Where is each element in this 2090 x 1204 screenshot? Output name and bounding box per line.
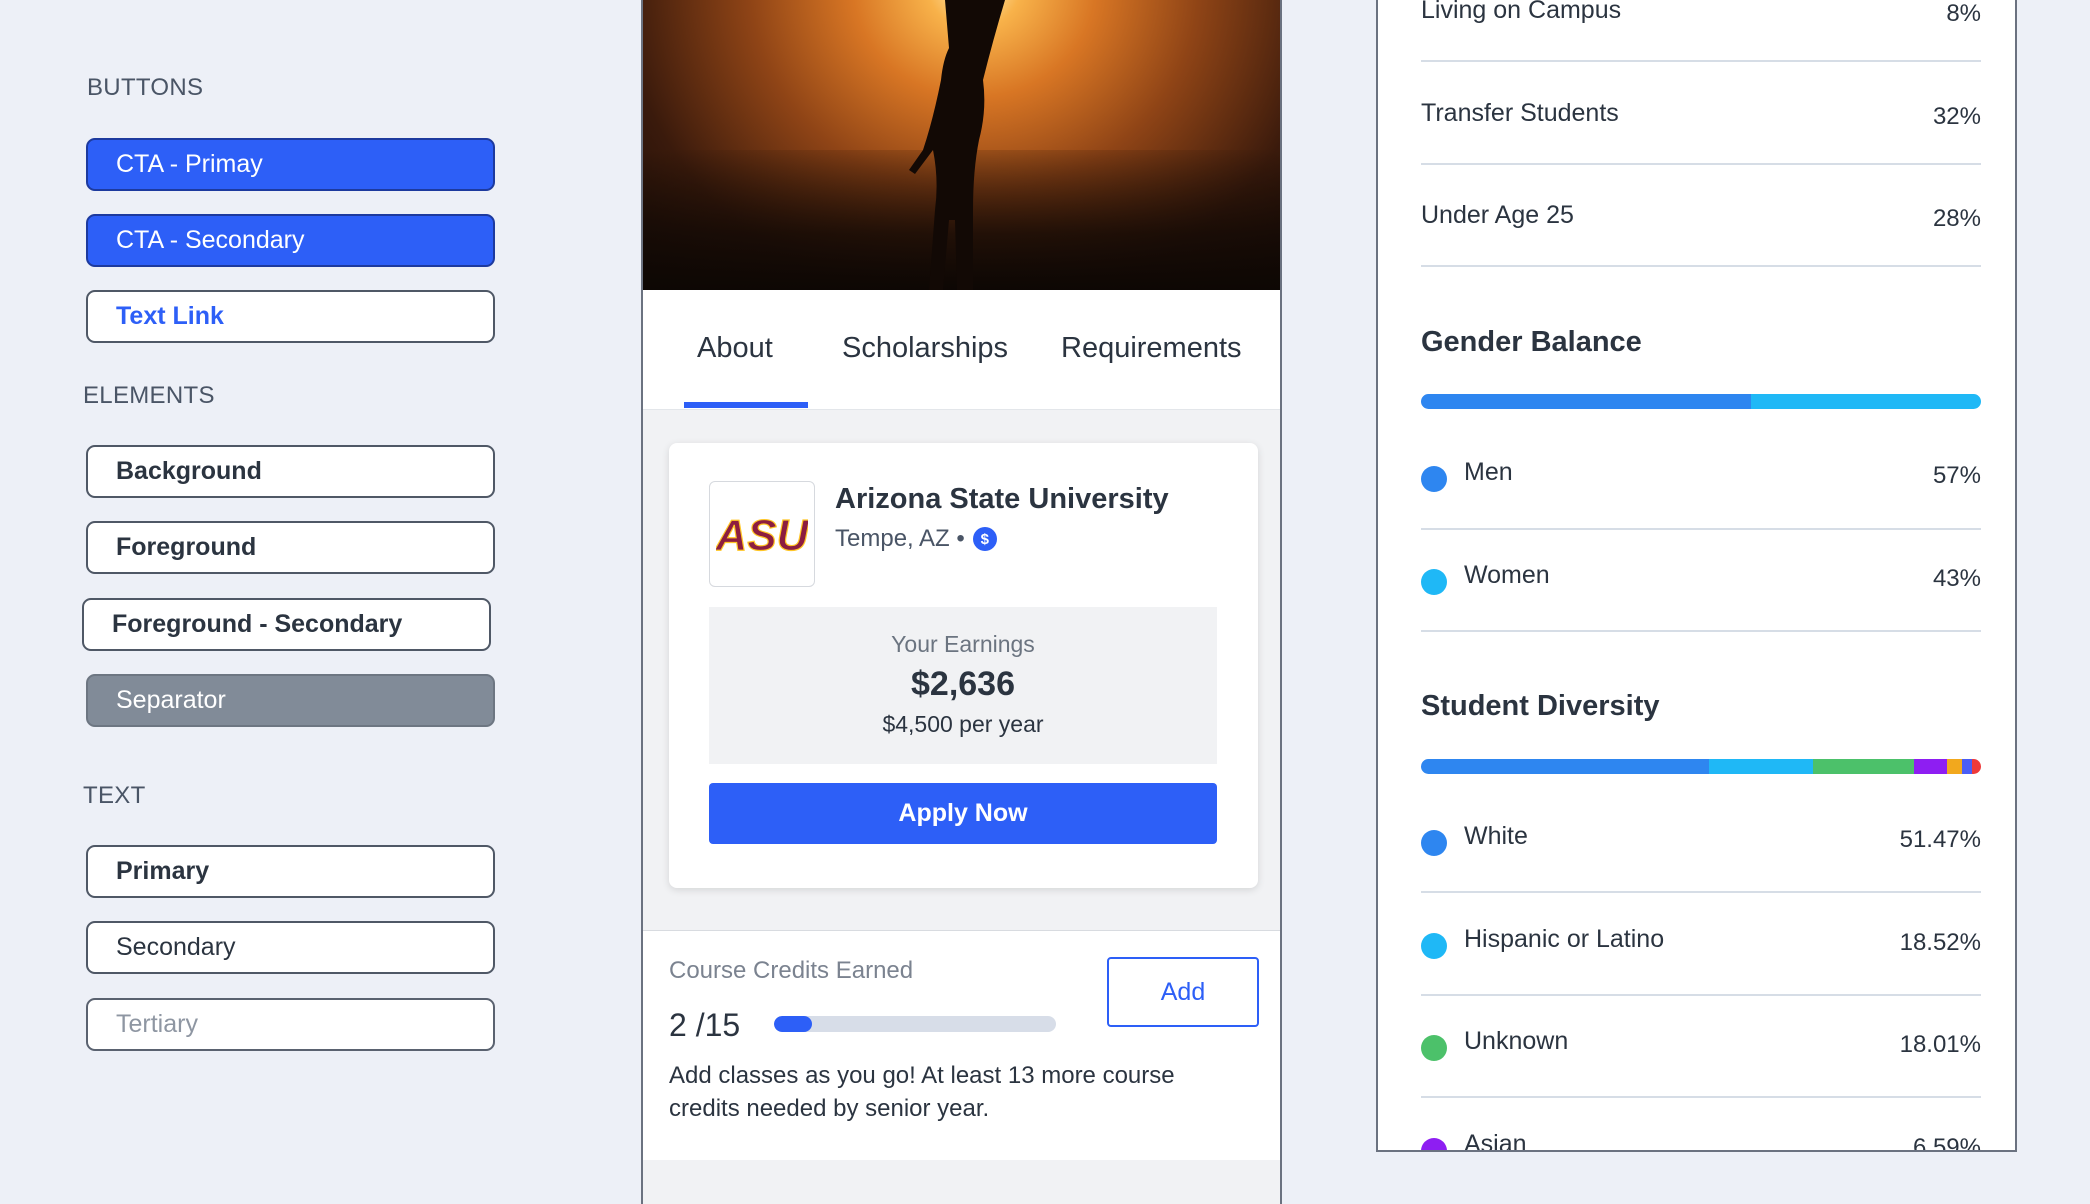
stat-row-under-age-25: Under Age 25 28% <box>1421 201 1981 251</box>
active-tab-indicator <box>684 402 808 408</box>
gender-label: Men <box>1464 458 1513 486</box>
tab-requirements[interactable]: Requirements <box>1061 332 1242 365</box>
hero-image <box>643 0 1280 290</box>
legend-dot-hispanic <box>1421 933 1447 959</box>
credits-label: Course Credits Earned <box>669 957 914 984</box>
gender-row-women: Women 43% <box>1421 561 1981 611</box>
university-name: Arizona State University <box>835 483 1169 515</box>
stat-label: Transfer Students <box>1421 99 1619 127</box>
credits-note: Add classes as you go! At least 13 more … <box>669 1062 1175 1122</box>
stat-label: Under Age 25 <box>1421 201 1574 229</box>
tab-bar: About Scholarships Requirements <box>643 290 1280 410</box>
legend-dot-men <box>1421 466 1447 492</box>
stat-value: 28% <box>1932 205 1981 232</box>
mobile-screen: About Scholarships Requirements ASU Ariz… <box>641 0 1282 1204</box>
university-logo: ASU <box>709 481 815 587</box>
student-diversity-heading: Student Diversity <box>1421 690 1660 722</box>
diversity-row-white: White 51.47% <box>1421 822 1981 872</box>
stat-value: 8% <box>1946 0 1981 27</box>
diversity-label: Unknown <box>1464 1027 1569 1055</box>
credits-progress-fill <box>774 1016 812 1032</box>
diversity-label: Asian <box>1464 1130 1527 1152</box>
credits-count: 2 /15 <box>669 1007 741 1043</box>
add-credits-button[interactable]: Add <box>1107 957 1259 1027</box>
course-credits-section: Course Credits Earned 2 /15 Add Add clas… <box>643 930 1280 1160</box>
text-secondary-sample[interactable]: Secondary <box>86 921 495 974</box>
diversity-bar-segment <box>1962 759 1972 774</box>
section-label-text: TEXT <box>83 782 146 809</box>
separator <box>1421 891 1981 893</box>
section-label-elements: ELEMENTS <box>83 382 215 409</box>
earnings-label: Your Earnings <box>891 631 1035 657</box>
diversity-label: Hispanic or Latino <box>1464 925 1665 953</box>
gender-balance-bar <box>1421 394 1981 409</box>
separator <box>1421 994 1981 996</box>
legend-dot-women <box>1421 569 1447 595</box>
text-tertiary-sample[interactable]: Tertiary <box>86 998 495 1051</box>
diversity-label: White <box>1464 822 1528 850</box>
text-primary-sample[interactable]: Primary <box>86 845 495 898</box>
dollar-icon: $ <box>972 527 997 551</box>
tab-about[interactable]: About <box>697 332 773 365</box>
gender-bar-segment <box>1421 394 1752 409</box>
location-text: Tempe, AZ • <box>835 525 965 552</box>
hero-silhouette <box>909 0 1005 290</box>
credits-progress-bar <box>774 1016 1056 1032</box>
section-label-buttons: BUTTONS <box>87 74 204 101</box>
stat-row-transfer-students: Transfer Students 32% <box>1421 99 1981 149</box>
swatch-separator[interactable]: Separator <box>86 674 495 727</box>
cta-secondary-button[interactable]: CTA - Secondary <box>86 214 495 267</box>
diversity-bar-segment <box>1709 759 1813 774</box>
gender-row-men: Men 57% <box>1421 458 1981 508</box>
diversity-value: 51.47% <box>1899 826 1981 853</box>
gender-value: 57% <box>1932 462 1981 489</box>
diversity-bar-segment <box>1421 759 1710 774</box>
diversity-value: 18.52% <box>1899 929 1981 956</box>
separator <box>1421 630 1981 632</box>
diversity-value: 6.59% <box>1912 1134 1981 1152</box>
gender-label: Women <box>1464 561 1550 589</box>
stats-panel: Living on Campus 8% Transfer Students 32… <box>1376 0 2017 1152</box>
gender-bar-segment <box>1751 394 1981 409</box>
separator <box>1421 528 1981 530</box>
tab-scholarships[interactable]: Scholarships <box>842 332 1008 365</box>
earnings-amount: $2,636 <box>911 665 1015 703</box>
asu-logo-mark: ASU <box>716 510 808 558</box>
legend-dot-asian <box>1421 1138 1447 1150</box>
legend-dot-unknown <box>1421 1035 1447 1061</box>
text-link-button[interactable]: Text Link <box>86 290 495 343</box>
apply-now-button[interactable]: Apply Now <box>709 783 1217 844</box>
earnings-per-year: $4,500 per year <box>882 711 1044 737</box>
diversity-bar-segment <box>1971 759 1981 774</box>
student-diversity-bar <box>1421 759 1981 774</box>
university-card: ASU Arizona State University Tempe, AZ •… <box>669 443 1258 888</box>
stat-label: Living on Campus <box>1421 0 1622 24</box>
separator <box>1421 163 1981 165</box>
diversity-row-hispanic: Hispanic or Latino 18.52% <box>1421 925 1981 975</box>
diversity-row-asian: Asian 6.59% <box>1421 1130 1981 1152</box>
swatch-background[interactable]: Background <box>86 445 495 498</box>
cta-primary-button[interactable]: CTA - Primay <box>86 138 495 191</box>
swatch-foreground-secondary[interactable]: Foreground - Secondary <box>82 598 491 651</box>
separator <box>1421 1096 1981 1098</box>
legend-dot-white <box>1421 830 1447 856</box>
diversity-row-unknown: Unknown 18.01% <box>1421 1027 1981 1077</box>
style-guide-panel: BUTTONS CTA - Primay CTA - Secondary Tex… <box>0 0 560 1204</box>
stat-value: 32% <box>1932 103 1981 130</box>
diversity-bar-segment <box>1946 759 1963 774</box>
diversity-bar-segment <box>1812 759 1914 774</box>
separator <box>1421 60 1981 62</box>
gender-balance-heading: Gender Balance <box>1421 326 1642 358</box>
separator <box>1421 265 1981 267</box>
university-location: Tempe, AZ • $ <box>835 525 997 553</box>
diversity-bar-segment <box>1913 759 1947 774</box>
gender-value: 43% <box>1932 565 1981 592</box>
svg-text:ASU: ASU <box>716 511 808 558</box>
swatch-foreground[interactable]: Foreground <box>86 521 495 574</box>
diversity-value: 18.01% <box>1899 1031 1981 1058</box>
earnings-box: Your Earnings $2,636 $4,500 per year <box>709 607 1217 764</box>
stat-row-living-on-campus: Living on Campus 8% <box>1421 0 1981 46</box>
